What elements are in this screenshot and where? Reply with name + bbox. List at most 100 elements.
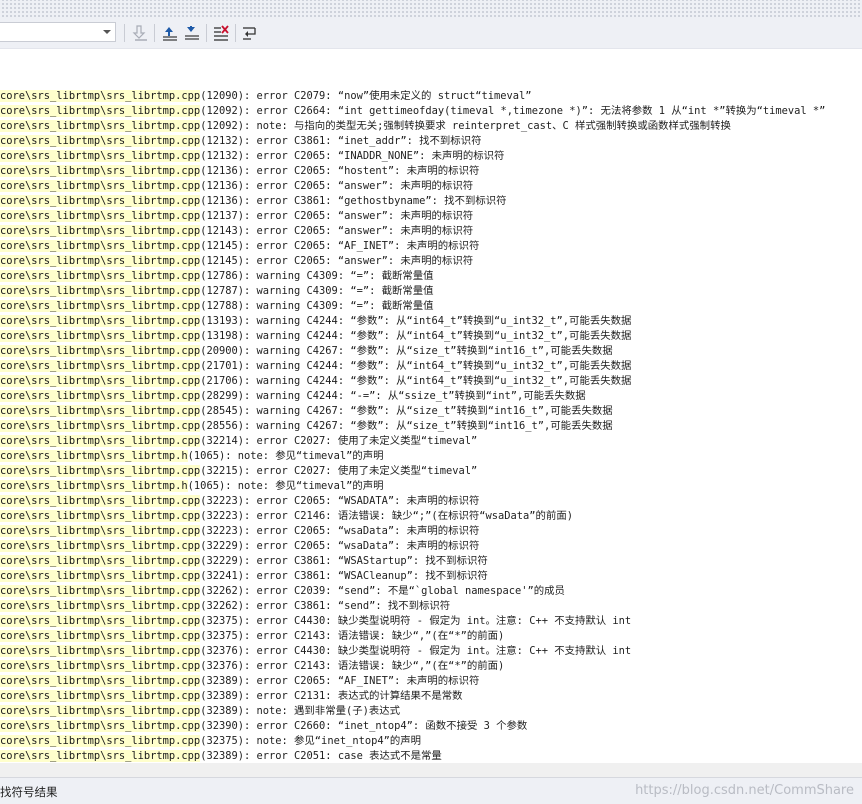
file-path[interactable]: core\srs_librtmp\srs_librtmp.cpp (0, 645, 201, 657)
file-path[interactable]: core\srs_librtmp\srs_librtmp.cpp (0, 240, 201, 252)
file-path[interactable]: core\srs_librtmp\srs_librtmp.cpp (0, 600, 201, 612)
previous-message-button[interactable] (160, 23, 180, 43)
output-line[interactable]: core\srs_librtmp\srs_librtmp.cpp(32389):… (0, 704, 862, 719)
output-line[interactable]: core\srs_librtmp\srs_librtmp.cpp(12136):… (0, 164, 862, 179)
file-path[interactable]: core\srs_librtmp\srs_librtmp.cpp (0, 255, 201, 267)
output-line[interactable]: core\srs_librtmp\srs_librtmp.cpp(12145):… (0, 239, 862, 254)
output-line[interactable]: core\srs_librtmp\srs_librtmp.cpp(12788):… (0, 299, 862, 314)
file-path[interactable]: core\srs_librtmp\srs_librtmp.cpp (0, 720, 201, 732)
file-path[interactable]: core\srs_librtmp\srs_librtmp.cpp (0, 525, 201, 537)
output-line[interactable]: core\srs_librtmp\srs_librtmp.h(1065): no… (0, 479, 862, 494)
file-path[interactable]: core\srs_librtmp\srs_librtmp.cpp (0, 90, 201, 102)
file-path[interactable]: core\srs_librtmp\srs_librtmp.cpp (0, 735, 201, 747)
file-path[interactable]: core\srs_librtmp\srs_librtmp.cpp (0, 300, 201, 312)
file-path[interactable]: core\srs_librtmp\srs_librtmp.h (0, 480, 188, 492)
output-line[interactable]: core\srs_librtmp\srs_librtmp.cpp(12137):… (0, 209, 862, 224)
file-path[interactable]: core\srs_librtmp\srs_librtmp.cpp (0, 705, 201, 717)
file-path[interactable]: core\srs_librtmp\srs_librtmp.cpp (0, 375, 201, 387)
file-path[interactable]: core\srs_librtmp\srs_librtmp.cpp (0, 195, 201, 207)
tab-find-symbol-results[interactable]: 找符号结果 (0, 784, 58, 800)
output-line[interactable]: core\srs_librtmp\srs_librtmp.cpp(32223):… (0, 494, 862, 509)
output-line[interactable]: core\srs_librtmp\srs_librtmp.cpp(32389):… (0, 674, 862, 689)
output-line[interactable]: core\srs_librtmp\srs_librtmp.cpp(12132):… (0, 149, 862, 164)
horizontal-scrollbar[interactable] (0, 763, 862, 777)
output-line[interactable]: core\srs_librtmp\srs_librtmp.cpp(32375):… (0, 734, 862, 749)
file-path[interactable]: core\srs_librtmp\srs_librtmp.cpp (0, 660, 201, 672)
file-path[interactable]: core\srs_librtmp\srs_librtmp.cpp (0, 135, 201, 147)
output-line[interactable]: core\srs_librtmp\srs_librtmp.cpp(13198):… (0, 329, 862, 344)
file-path[interactable]: core\srs_librtmp\srs_librtmp.cpp (0, 510, 201, 522)
file-path[interactable]: core\srs_librtmp\srs_librtmp.cpp (0, 690, 201, 702)
next-message-button[interactable] (182, 23, 202, 43)
file-path[interactable]: core\srs_librtmp\srs_librtmp.cpp (0, 405, 201, 417)
file-path[interactable]: core\srs_librtmp\srs_librtmp.cpp (0, 285, 201, 297)
output-line[interactable]: core\srs_librtmp\srs_librtmp.cpp(32215):… (0, 464, 862, 479)
output-line[interactable]: core\srs_librtmp\srs_librtmp.cpp(12092):… (0, 104, 862, 119)
output-line[interactable]: core\srs_librtmp\srs_librtmp.cpp(12132):… (0, 134, 862, 149)
output-line[interactable]: core\srs_librtmp\srs_librtmp.cpp(32390):… (0, 719, 862, 734)
file-path[interactable]: core\srs_librtmp\srs_librtmp.cpp (0, 120, 201, 132)
file-path[interactable]: core\srs_librtmp\srs_librtmp.cpp (0, 495, 201, 507)
output-line[interactable]: core\srs_librtmp\srs_librtmp.cpp(20900):… (0, 344, 862, 359)
output-line[interactable]: core\srs_librtmp\srs_librtmp.cpp(32229):… (0, 554, 862, 569)
output-pane[interactable]: core\srs_librtmp\srs_librtmp.cpp(12090):… (0, 89, 862, 763)
output-line[interactable]: core\srs_librtmp\srs_librtmp.cpp(13193):… (0, 314, 862, 329)
output-line[interactable]: core\srs_librtmp\srs_librtmp.cpp(32375):… (0, 614, 862, 629)
file-path[interactable]: core\srs_librtmp\srs_librtmp.cpp (0, 330, 201, 342)
output-line[interactable]: core\srs_librtmp\srs_librtmp.cpp(12136):… (0, 179, 862, 194)
output-line[interactable]: core\srs_librtmp\srs_librtmp.cpp(12092):… (0, 119, 862, 134)
output-line[interactable]: core\srs_librtmp\srs_librtmp.cpp(28299):… (0, 389, 862, 404)
file-path[interactable]: core\srs_librtmp\srs_librtmp.cpp (0, 750, 201, 762)
file-path[interactable]: core\srs_librtmp\srs_librtmp.cpp (0, 540, 201, 552)
output-line[interactable]: core\srs_librtmp\srs_librtmp.cpp(32262):… (0, 584, 862, 599)
output-line[interactable]: core\srs_librtmp\srs_librtmp.cpp(12786):… (0, 269, 862, 284)
word-wrap-button[interactable] (240, 23, 260, 43)
output-line[interactable]: core\srs_librtmp\srs_librtmp.cpp(12136):… (0, 194, 862, 209)
file-path[interactable]: core\srs_librtmp\srs_librtmp.cpp (0, 465, 201, 477)
file-path[interactable]: core\srs_librtmp\srs_librtmp.cpp (0, 390, 201, 402)
file-path[interactable]: core\srs_librtmp\srs_librtmp.cpp (0, 675, 201, 687)
output-line[interactable]: core\srs_librtmp\srs_librtmp.cpp(28545):… (0, 404, 862, 419)
output-line[interactable]: core\srs_librtmp\srs_librtmp.cpp(12143):… (0, 224, 862, 239)
file-path[interactable]: core\srs_librtmp\srs_librtmp.cpp (0, 585, 201, 597)
chevron-down-icon[interactable] (103, 30, 111, 34)
output-line[interactable]: core\srs_librtmp\srs_librtmp.cpp(32389):… (0, 689, 862, 704)
output-line[interactable]: core\srs_librtmp\srs_librtmp.cpp(32389):… (0, 749, 862, 763)
output-line[interactable]: core\srs_librtmp\srs_librtmp.cpp(32214):… (0, 434, 862, 449)
file-path[interactable]: core\srs_librtmp\srs_librtmp.cpp (0, 270, 201, 282)
output-line[interactable]: core\srs_librtmp\srs_librtmp.h(1065): no… (0, 449, 862, 464)
output-line[interactable]: core\srs_librtmp\srs_librtmp.cpp(12090):… (0, 89, 862, 104)
file-path[interactable]: core\srs_librtmp\srs_librtmp.cpp (0, 360, 201, 372)
file-path[interactable]: core\srs_librtmp\srs_librtmp.cpp (0, 225, 201, 237)
output-line[interactable]: core\srs_librtmp\srs_librtmp.cpp(12787):… (0, 284, 862, 299)
output-line[interactable]: core\srs_librtmp\srs_librtmp.cpp(32223):… (0, 524, 862, 539)
file-path[interactable]: core\srs_librtmp\srs_librtmp.h (0, 450, 188, 462)
file-path[interactable]: core\srs_librtmp\srs_librtmp.cpp (0, 630, 201, 642)
show-output-from-dropdown[interactable] (0, 22, 116, 42)
output-line[interactable]: core\srs_librtmp\srs_librtmp.cpp(28556):… (0, 419, 862, 434)
file-path[interactable]: core\srs_librtmp\srs_librtmp.cpp (0, 555, 201, 567)
output-line[interactable]: core\srs_librtmp\srs_librtmp.cpp(32375):… (0, 629, 862, 644)
output-line[interactable]: core\srs_librtmp\srs_librtmp.cpp(32376):… (0, 659, 862, 674)
file-path[interactable]: core\srs_librtmp\srs_librtmp.cpp (0, 165, 201, 177)
clear-all-button[interactable] (211, 23, 231, 43)
output-line[interactable]: core\srs_librtmp\srs_librtmp.cpp(21706):… (0, 374, 862, 389)
output-line[interactable]: core\srs_librtmp\srs_librtmp.cpp(12145):… (0, 254, 862, 269)
output-line[interactable]: core\srs_librtmp\srs_librtmp.cpp(32376):… (0, 644, 862, 659)
file-path[interactable]: core\srs_librtmp\srs_librtmp.cpp (0, 435, 201, 447)
file-path[interactable]: core\srs_librtmp\srs_librtmp.cpp (0, 150, 201, 162)
output-line[interactable]: core\srs_librtmp\srs_librtmp.cpp(32229):… (0, 539, 862, 554)
file-path[interactable]: core\srs_librtmp\srs_librtmp.cpp (0, 315, 201, 327)
output-line[interactable]: core\srs_librtmp\srs_librtmp.cpp(32223):… (0, 509, 862, 524)
file-path[interactable]: core\srs_librtmp\srs_librtmp.cpp (0, 570, 201, 582)
clear-button[interactable] (131, 23, 151, 43)
file-path[interactable]: core\srs_librtmp\srs_librtmp.cpp (0, 345, 201, 357)
output-line[interactable]: core\srs_librtmp\srs_librtmp.cpp(32241):… (0, 569, 862, 584)
output-line[interactable]: core\srs_librtmp\srs_librtmp.cpp(21701):… (0, 359, 862, 374)
file-path[interactable]: core\srs_librtmp\srs_librtmp.cpp (0, 210, 201, 222)
output-line[interactable]: core\srs_librtmp\srs_librtmp.cpp(32262):… (0, 599, 862, 614)
file-path[interactable]: core\srs_librtmp\srs_librtmp.cpp (0, 180, 201, 192)
file-path[interactable]: core\srs_librtmp\srs_librtmp.cpp (0, 105, 201, 117)
file-path[interactable]: core\srs_librtmp\srs_librtmp.cpp (0, 420, 201, 432)
file-path[interactable]: core\srs_librtmp\srs_librtmp.cpp (0, 615, 201, 627)
